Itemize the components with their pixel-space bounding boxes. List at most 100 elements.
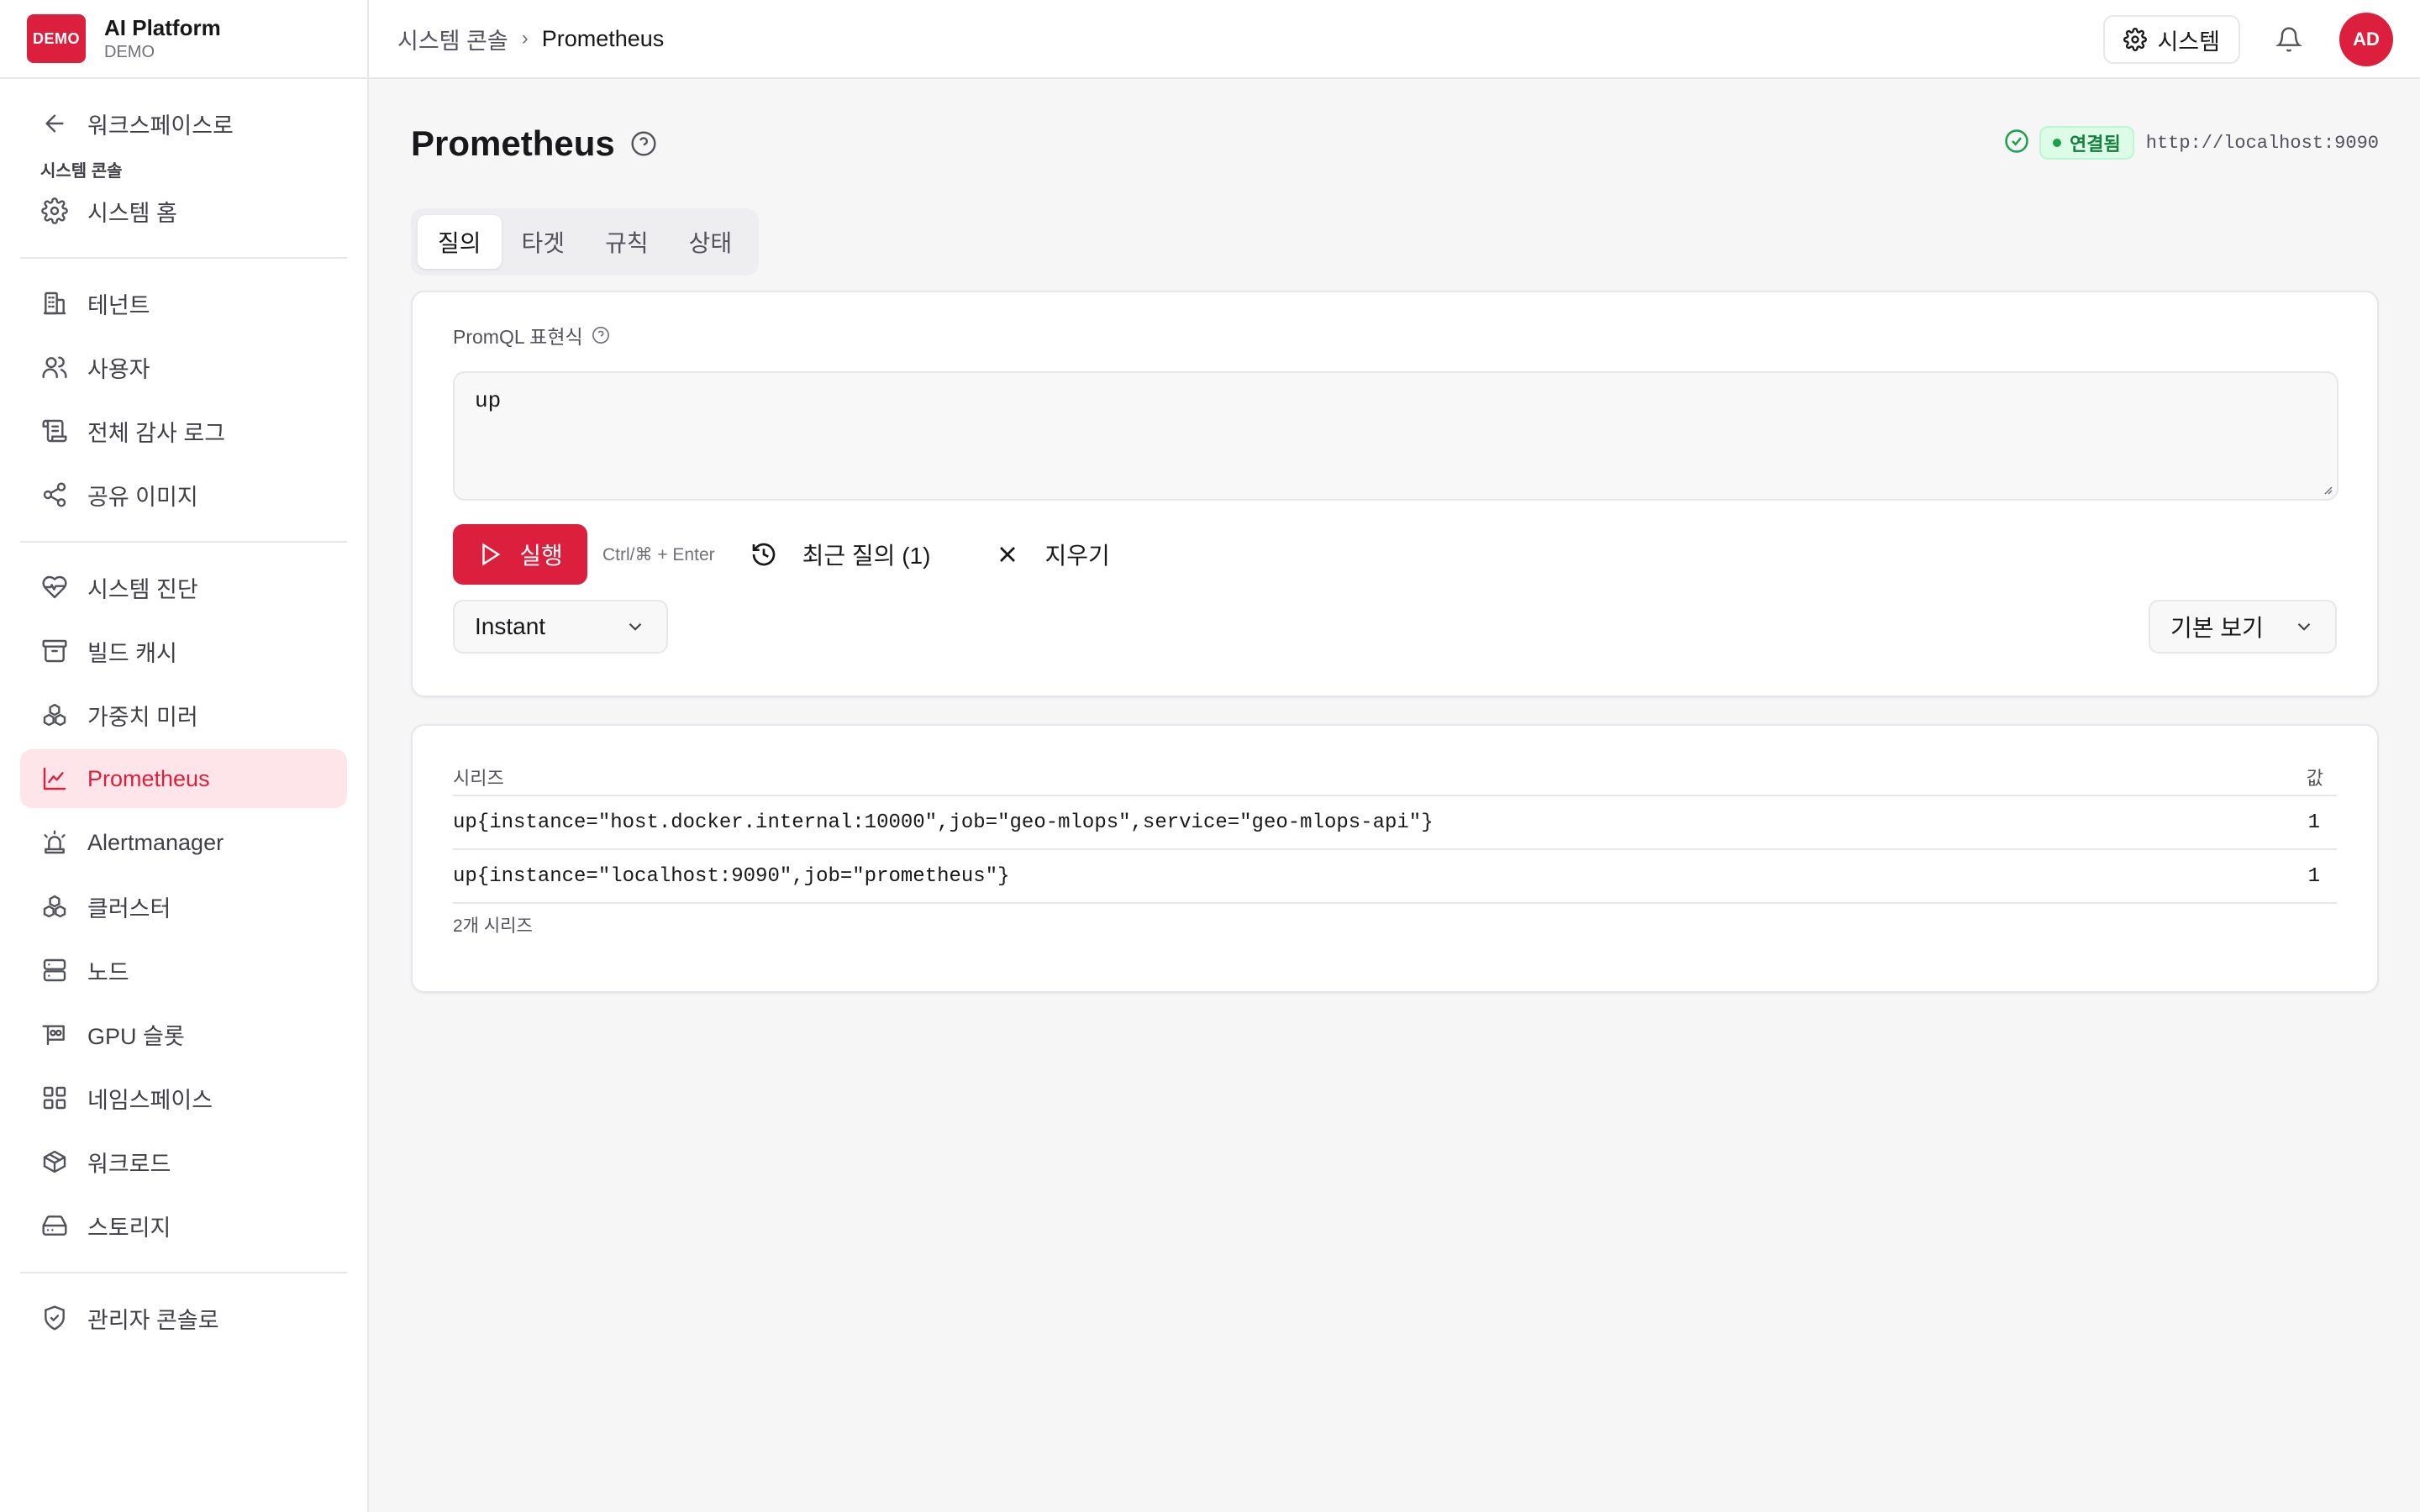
query-mode-select[interactable]: Instant	[453, 600, 668, 654]
close-icon	[1000, 547, 1016, 562]
archive-icon	[40, 637, 69, 665]
sidebar-item-shared-images[interactable]: 공유 이미지	[20, 465, 347, 524]
results-card: 시리즈 값 up{instance="host.docker.internal:…	[411, 724, 2379, 993]
sidebar-item-prometheus[interactable]: Prometheus	[20, 749, 347, 808]
boxes-icon	[40, 701, 69, 729]
sidebar-item-label: 가중치 미러	[87, 704, 198, 730]
sidebar-item-workloads[interactable]: 워크로드	[20, 1132, 347, 1191]
sidebar-item-alertmanager[interactable]: Alertmanager	[20, 813, 347, 872]
sidebar: DEMO AI Platform DEMO 워크스페이스로 시스템 콘솔 시스템…	[0, 0, 369, 1512]
sidebar-divider	[20, 541, 347, 543]
history-icon	[752, 543, 775, 566]
run-button-label: 실행	[519, 543, 563, 569]
sidebar-item-build-cache[interactable]: 빌드 캐시	[20, 622, 347, 680]
avatar[interactable]: AD	[2339, 13, 2393, 66]
sidebar-item-label: 사용자	[87, 356, 150, 382]
users-icon	[40, 353, 69, 381]
shield-check-icon	[40, 1304, 69, 1332]
bell-icon[interactable]	[2264, 14, 2314, 65]
sidebar-item-label: 시스템 진단	[87, 576, 198, 602]
topbar: 시스템 콘솔 › Prometheus 시스템 AD	[369, 0, 2420, 79]
series-cell: up{instance="localhost:9090",job="promet…	[453, 864, 1010, 888]
clear-button[interactable]: 지우기	[977, 524, 1126, 585]
promql-input[interactable]: up	[453, 371, 2338, 501]
brand-logo: DEMO	[27, 14, 86, 63]
system-button-label: 시스템	[2157, 29, 2220, 55]
results-header: 시리즈 값	[453, 759, 2337, 796]
sidebar-item-diagnostics[interactable]: 시스템 진단	[20, 558, 347, 617]
query-mode-value: Instant	[475, 613, 546, 639]
sidebar-item-label: GPU 슬롯	[87, 1023, 185, 1049]
system-button[interactable]: 시스템	[2103, 15, 2240, 64]
sidebar-nav: 워크스페이스로 시스템 콘솔 시스템 홈 테넌트 사용자 전체 감사 로그 공유…	[0, 79, 367, 1347]
tab-query[interactable]: 질의	[418, 215, 502, 269]
value-cell: 1	[2307, 811, 2320, 834]
brand-sub: DEMO	[104, 43, 155, 61]
sidebar-item-system-home[interactable]: 시스템 홈	[20, 181, 347, 240]
tab-bar: 질의 타겟 규칙 상태	[411, 208, 760, 276]
value-cell: 1	[2307, 864, 2320, 888]
server-icon	[40, 956, 69, 984]
sidebar-item-gpu-slots[interactable]: GPU 슬롯	[20, 1005, 347, 1063]
help-circle-icon[interactable]	[592, 326, 610, 344]
series-count: 2개 시리즈	[453, 916, 533, 936]
breadcrumb: 시스템 콘솔 › Prometheus	[397, 23, 664, 55]
view-mode-value: 기본 보기	[2170, 615, 2264, 641]
share-icon	[40, 480, 69, 509]
sidebar-item-tenants[interactable]: 테넌트	[20, 274, 347, 333]
chevron-right-icon: ›	[521, 27, 529, 50]
grid-icon	[40, 1084, 69, 1112]
line-chart-icon	[40, 764, 69, 793]
brand-name: AI Platform	[104, 15, 221, 40]
package-icon	[40, 1147, 69, 1176]
sidebar-item-label: 클러스터	[87, 895, 171, 921]
sidebar-item-back-to-workspace[interactable]: 워크스페이스로	[20, 94, 347, 153]
breadcrumb-item[interactable]: 시스템 콘솔	[397, 23, 508, 55]
view-mode-select[interactable]: 기본 보기	[2149, 600, 2337, 654]
sidebar-item-label: 테넌트	[87, 292, 150, 318]
gear-icon	[40, 197, 69, 225]
play-icon	[482, 543, 501, 566]
sidebar-divider	[20, 257, 347, 259]
sidebar-item-label: 공유 이미지	[87, 484, 198, 510]
tab-targets[interactable]: 타겟	[502, 215, 586, 269]
check-circle-icon	[2004, 129, 2029, 158]
query-card: PromQL 표현식 up 실행 Ctrl/⌘ + Enter 최근 질의 (1…	[411, 291, 2379, 697]
table-row: up{instance="localhost:9090",job="promet…	[453, 850, 2337, 904]
sidebar-item-weight-mirror[interactable]: 가중치 미러	[20, 685, 347, 744]
run-button[interactable]: 실행	[453, 524, 587, 585]
help-circle-icon[interactable]	[630, 130, 657, 157]
main-content: Prometheus 연결됨 http://localhost:9090 질의 …	[411, 79, 2379, 993]
tab-status[interactable]: 상태	[669, 215, 753, 269]
sidebar-item-storage[interactable]: 스토리지	[20, 1196, 347, 1255]
sidebar-item-namespaces[interactable]: 네임스페이스	[20, 1068, 347, 1127]
scroll-icon	[40, 417, 69, 445]
page-title: Prometheus	[411, 123, 615, 163]
promql-label-text: PromQL 표현식	[453, 326, 583, 348]
chevron-down-icon	[2297, 622, 2311, 631]
sidebar-item-label: 전체 감사 로그	[87, 420, 226, 446]
sidebar-item-label: 네임스페이스	[87, 1087, 213, 1113]
sidebar-item-admin-console[interactable]: 관리자 콘솔로	[20, 1289, 347, 1347]
promql-label: PromQL 표현식	[453, 321, 2337, 349]
status-dot	[2053, 139, 2062, 147]
sidebar-item-audit-log[interactable]: 전체 감사 로그	[20, 402, 347, 460]
chevron-down-icon	[629, 622, 642, 631]
sidebar-divider	[20, 1272, 347, 1273]
prometheus-url: http://localhost:9090	[2145, 132, 2379, 154]
sidebar-item-nodes[interactable]: 노드	[20, 941, 347, 1000]
sidebar-item-clusters[interactable]: 클러스터	[20, 877, 347, 936]
tab-rules[interactable]: 규칙	[585, 215, 669, 269]
breadcrumb-current: Prometheus	[541, 25, 665, 51]
sidebar-item-label: 워크로드	[87, 1151, 171, 1177]
recent-queries-button[interactable]: 최근 질의 (1)	[734, 524, 948, 585]
column-header-value: 값	[2306, 768, 2323, 789]
brand[interactable]: DEMO AI Platform DEMO	[0, 0, 367, 79]
sidebar-item-label: 관리자 콘솔로	[87, 1307, 219, 1333]
sidebar-item-users[interactable]: 사용자	[20, 338, 347, 396]
clear-button-label: 지우기	[1044, 543, 1110, 569]
series-cell: up{instance="host.docker.internal:10000"…	[453, 811, 1434, 834]
sidebar-item-label: 노드	[87, 959, 129, 985]
sidebar-item-label: Alertmanager	[87, 829, 224, 855]
resize-handle-icon[interactable]	[2320, 482, 2333, 496]
